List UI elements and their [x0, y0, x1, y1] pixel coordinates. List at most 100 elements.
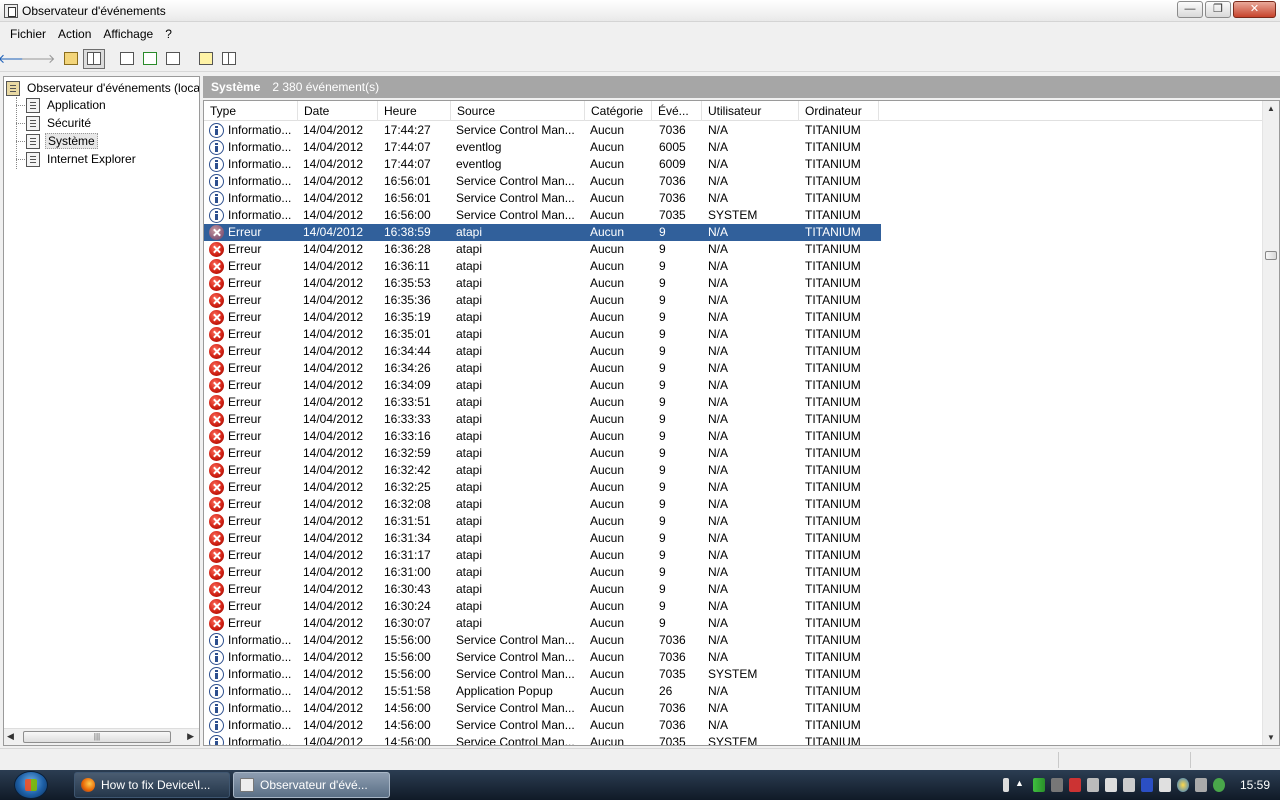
properties-icon[interactable] [116, 49, 138, 69]
table-row[interactable]: Informatio... 14/04/2012 16:56:01 Service C… [204, 173, 881, 190]
table-row[interactable]: Informatio... 14/04/2012 15:56:00 Service C… [204, 666, 881, 683]
table-row[interactable]: Erreur 14/04/2012 16:30:24 atapi Aucun 9 N/A TI… [204, 598, 881, 615]
cell-source: atapi [456, 395, 483, 409]
scroll-thumb[interactable] [1265, 251, 1277, 260]
show-hidden-icons-icon[interactable]: ▲ [1015, 778, 1027, 792]
security-icon[interactable] [1158, 778, 1171, 792]
wireless-icon[interactable] [1050, 778, 1063, 792]
table-row[interactable]: Erreur 14/04/2012 16:30:07 atapi Aucun 9 N/A TI… [204, 615, 881, 632]
tree-item-securite[interactable]: Sécurité [26, 114, 93, 132]
table-row[interactable]: Erreur 14/04/2012 16:32:59 atapi Aucun 9 N/A TI… [204, 445, 881, 462]
up-folder-icon[interactable] [60, 49, 82, 69]
task-event-viewer[interactable]: Observateur d'évé... [233, 772, 390, 798]
tree-item-internet-explorer[interactable]: Internet Explorer [26, 150, 138, 168]
language-icon[interactable] [1002, 778, 1009, 792]
cell-event: 9 [659, 395, 666, 409]
table-row[interactable]: Informatio... 14/04/2012 15:56:00 Service C… [204, 632, 881, 649]
column-header-utilisateur[interactable]: Utilisateur [702, 101, 799, 121]
cell-event: 26 [659, 684, 673, 698]
help-icon[interactable] [195, 49, 217, 69]
table-row[interactable]: Erreur 14/04/2012 16:35:36 atapi Aucun 9 N/A TI… [204, 292, 881, 309]
battery-icon[interactable] [1122, 778, 1135, 792]
table-row[interactable]: Erreur 14/04/2012 16:31:17 atapi Aucun 9 N/A TI… [204, 547, 881, 564]
close-button[interactable]: ✕ [1233, 1, 1276, 18]
column-header-event[interactable]: Évé... [652, 101, 702, 121]
menu-affichage[interactable]: Affichage [97, 24, 159, 44]
column-header-date[interactable]: Date [298, 101, 378, 121]
table-row[interactable]: Erreur 14/04/2012 16:36:11 atapi Aucun 9 N/A TI… [204, 258, 881, 275]
column-header-heure[interactable]: Heure [378, 101, 451, 121]
column-header-ordinateur[interactable]: Ordinateur [799, 101, 879, 121]
table-row[interactable]: Erreur 14/04/2012 16:31:00 atapi Aucun 9 N/A TI… [204, 564, 881, 581]
table-row[interactable]: Erreur 14/04/2012 16:31:51 atapi Aucun 9 N/A TI… [204, 513, 881, 530]
table-row[interactable]: Erreur 14/04/2012 16:32:42 atapi Aucun 9 N/A TI… [204, 462, 881, 479]
menu-fichier[interactable]: Fichier [4, 24, 52, 44]
scroll-left-icon[interactable]: ◀ [7, 731, 14, 742]
table-row[interactable]: Erreur 14/04/2012 16:33:16 atapi Aucun 9 N/A TI… [204, 428, 881, 445]
minimize-button[interactable]: — [1177, 1, 1203, 18]
tree-item-systeme[interactable]: Système [26, 132, 98, 150]
list-vertical-scrollbar[interactable]: ▲ ▼ [1262, 101, 1279, 745]
tree-root[interactable]: Observateur d'événements (local) [6, 79, 199, 97]
maximize-button[interactable]: ❐ [1205, 1, 1231, 18]
cell-type: Erreur [228, 378, 262, 392]
chrome-icon[interactable] [1176, 778, 1189, 792]
menu-action[interactable]: Action [52, 24, 97, 44]
table-row[interactable]: Informatio... 14/04/2012 17:44:27 Service C… [204, 122, 881, 139]
show-hide-action-pane-icon[interactable] [218, 49, 240, 69]
table-row[interactable]: Erreur 14/04/2012 16:33:51 atapi Aucun 9 N/A TI… [204, 394, 881, 411]
forward-arrow-icon[interactable]: 🡒 [21, 49, 56, 69]
table-row[interactable]: Informatio... 14/04/2012 16:56:01 Service C… [204, 190, 881, 207]
cell-category: Aucun [590, 293, 625, 307]
clock[interactable]: 15:59 [1240, 778, 1270, 792]
cell-event: 9 [659, 293, 666, 307]
column-header-source[interactable]: Source [451, 101, 585, 121]
scroll-up-icon[interactable]: ▲ [1267, 104, 1275, 113]
scroll-right-icon[interactable]: ▶ [187, 731, 194, 742]
show-hide-tree-icon[interactable] [83, 48, 105, 69]
table-row[interactable]: Informatio... 14/04/2012 15:56:00 Service C… [204, 649, 881, 666]
error-icon [209, 599, 224, 614]
scroll-thumb[interactable]: ||| [23, 731, 171, 743]
device-icon[interactable] [1086, 778, 1099, 792]
table-row[interactable]: Erreur 14/04/2012 16:32:08 atapi Aucun 9 N/A TI… [204, 496, 881, 513]
table-row[interactable]: Informatio... 14/04/2012 15:51:58 Applicati… [204, 683, 881, 700]
table-row[interactable]: Erreur 14/04/2012 16:33:33 atapi Aucun 9 N/A TI… [204, 411, 881, 428]
tree-item-application[interactable]: Application [26, 96, 108, 114]
table-row[interactable]: Erreur 14/04/2012 16:38:59 atapi Aucun 9 N/A TI… [204, 224, 881, 241]
table-row[interactable]: Erreur 14/04/2012 16:35:19 atapi Aucun 9 N/A TI… [204, 309, 881, 326]
export-list-icon[interactable] [162, 49, 184, 69]
table-row[interactable]: Erreur 14/04/2012 16:35:01 atapi Aucun 9 N/A TI… [204, 326, 881, 343]
app-tray-icon[interactable] [1140, 778, 1153, 792]
table-row[interactable]: Erreur 14/04/2012 16:34:09 atapi Aucun 9 N/A TI… [204, 377, 881, 394]
table-row[interactable]: Informatio... 14/04/2012 17:44:07 eventlog A… [204, 139, 881, 156]
cell-date: 14/04/2012 [303, 548, 364, 562]
info-icon[interactable] [1212, 778, 1225, 792]
table-row[interactable]: Erreur 14/04/2012 16:31:34 atapi Aucun 9 N/A TI… [204, 530, 881, 547]
network-icon[interactable] [1068, 778, 1081, 792]
table-row[interactable]: Informatio... 14/04/2012 14:56:00 Service C… [204, 700, 881, 717]
table-row[interactable]: Erreur 14/04/2012 16:34:44 atapi Aucun 9 N/A TI… [204, 343, 881, 360]
column-header-categorie[interactable]: Catégorie [585, 101, 652, 121]
hardware-icon[interactable] [1194, 778, 1207, 792]
tree-horizontal-scrollbar[interactable]: ◀ ||| ▶ [4, 728, 199, 745]
signal-icon[interactable] [1032, 778, 1045, 792]
table-row[interactable]: Erreur 14/04/2012 16:36:28 atapi Aucun 9 N/A TI… [204, 241, 881, 258]
cell-date: 14/04/2012 [303, 208, 364, 222]
refresh-icon[interactable] [139, 49, 161, 69]
table-row[interactable]: Informatio... 14/04/2012 17:44:07 eventlog A… [204, 156, 881, 173]
menu-help[interactable]: ? [159, 24, 178, 44]
start-button[interactable] [14, 771, 48, 799]
table-row[interactable]: Erreur 14/04/2012 16:30:43 atapi Aucun 9 N/A TI… [204, 581, 881, 598]
volume-icon[interactable] [1104, 778, 1117, 792]
table-row[interactable]: Erreur 14/04/2012 16:34:26 atapi Aucun 9 N/A TI… [204, 360, 881, 377]
table-row[interactable]: Informatio... 14/04/2012 14:56:00 Service C… [204, 734, 881, 745]
table-row[interactable]: Erreur 14/04/2012 16:35:53 atapi Aucun 9 N/A TI… [204, 275, 881, 292]
table-row[interactable]: Erreur 14/04/2012 16:32:25 atapi Aucun 9 N/A TI… [204, 479, 881, 496]
scroll-down-icon[interactable]: ▼ [1267, 733, 1275, 742]
table-row[interactable]: Informatio... 14/04/2012 14:56:00 Service C… [204, 717, 881, 734]
error-icon [209, 412, 224, 427]
table-row[interactable]: Informatio... 14/04/2012 16:56:00 Service C… [204, 207, 881, 224]
column-header-type[interactable]: Type [204, 101, 298, 121]
task-browser[interactable]: How to fix Device\I... [74, 772, 230, 798]
